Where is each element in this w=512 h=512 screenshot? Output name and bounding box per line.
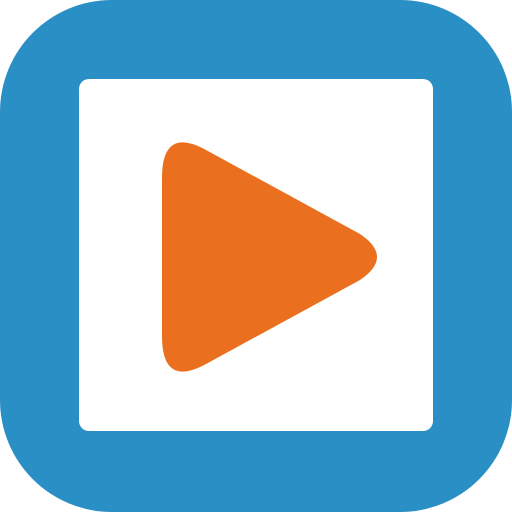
play-triangle: [162, 142, 377, 372]
app-icon-canvas: [0, 0, 512, 512]
play-icon: [162, 142, 377, 372]
